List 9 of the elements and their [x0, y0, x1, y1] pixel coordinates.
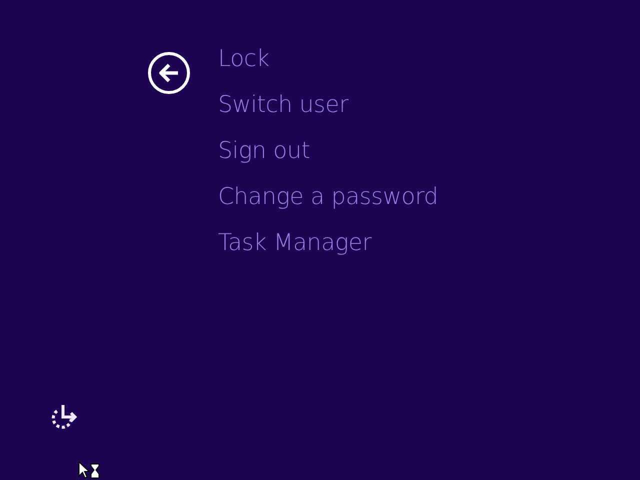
menu-item[interactable]: Lock	[218, 44, 438, 75]
busy-cursor-icon	[78, 461, 100, 480]
back-button[interactable]	[148, 52, 190, 94]
menu-item[interactable]: Task Manager	[218, 228, 438, 259]
back-arrow-icon	[158, 63, 180, 83]
menu-item[interactable]: Switch user	[218, 90, 438, 121]
ease-of-access-icon[interactable]	[49, 404, 79, 430]
menu-item[interactable]: Change a password	[218, 182, 438, 213]
menu-item[interactable]: Sign out	[218, 136, 438, 167]
